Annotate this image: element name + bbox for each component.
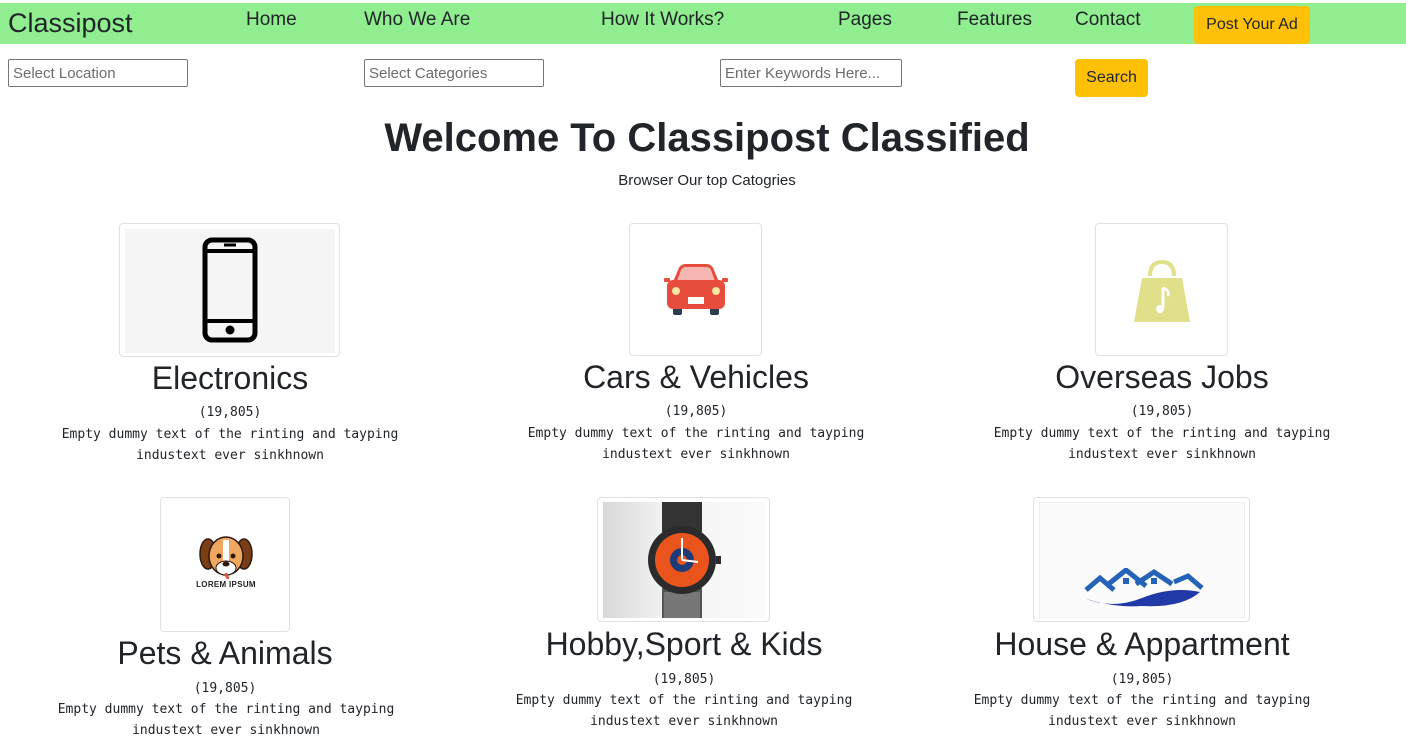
shopping-bag-icon (1134, 259, 1190, 322)
category-count: (19,805) (193, 681, 257, 696)
category-title[interactable]: Pets & Animals (25, 634, 425, 672)
category-description: Empty dummy text of the rinting and tayp… (527, 426, 865, 462)
category-image-cars[interactable] (629, 223, 762, 356)
keywords-input[interactable] (720, 59, 902, 87)
page-title: Welcome To Classipost Classified (384, 116, 1030, 160)
logo-text: LOREM IPSUM (196, 580, 256, 589)
nav-link-features[interactable]: Features (957, 7, 1032, 33)
category-title[interactable]: Overseas Jobs (962, 358, 1362, 396)
nav-link-who-we-are[interactable]: Who We Are (364, 7, 470, 33)
category-image-house[interactable] (1033, 497, 1250, 622)
category-count: (19,805) (1130, 404, 1194, 419)
search-button[interactable]: Search (1075, 59, 1148, 97)
dog-icon (199, 536, 253, 580)
category-description: Empty dummy text of the rinting and tayp… (515, 693, 853, 729)
navbar: Classipost Home Who We Are How It Works?… (0, 3, 1406, 44)
car-icon (664, 264, 728, 315)
brand-logo[interactable]: Classipost (8, 7, 133, 39)
houses-icon (1084, 568, 1204, 607)
category-count: (19,805) (198, 405, 262, 420)
nav-link-how-it-works[interactable]: How It Works? (601, 7, 724, 33)
nav-link-home[interactable]: Home (246, 7, 297, 33)
category-description: Empty dummy text of the rinting and tayp… (61, 427, 399, 463)
nav-link-pages[interactable]: Pages (838, 7, 892, 33)
post-ad-button[interactable]: Post Your Ad (1194, 6, 1310, 44)
category-image-overseas-jobs[interactable] (1095, 223, 1228, 356)
location-input[interactable] (8, 59, 188, 87)
category-description: Empty dummy text of the rinting and tayp… (993, 426, 1331, 462)
category-title[interactable]: Hobby,Sport & Kids (484, 625, 884, 663)
category-image-electronics[interactable] (119, 223, 340, 357)
nav-link-contact[interactable]: Contact (1075, 7, 1140, 33)
category-title[interactable]: Electronics (30, 359, 430, 397)
smartphone-icon (202, 237, 258, 343)
category-description: Empty dummy text of the rinting and tayp… (973, 693, 1311, 729)
category-title[interactable]: Cars & Vehicles (496, 358, 896, 396)
category-count: (19,805) (1110, 672, 1174, 687)
watch-icon (648, 502, 721, 618)
category-image-hobby-sport[interactable] (597, 497, 770, 622)
categories-input[interactable] (364, 59, 544, 87)
page-subtitle: Browser Our top Catogries (618, 172, 796, 189)
category-count: (19,805) (652, 672, 716, 687)
category-description: Empty dummy text of the rinting and tayp… (57, 702, 395, 738)
category-count: (19,805) (664, 404, 728, 419)
category-image-pets[interactable]: LOREM IPSUM (160, 497, 290, 632)
category-title[interactable]: House & Appartment (942, 625, 1342, 663)
